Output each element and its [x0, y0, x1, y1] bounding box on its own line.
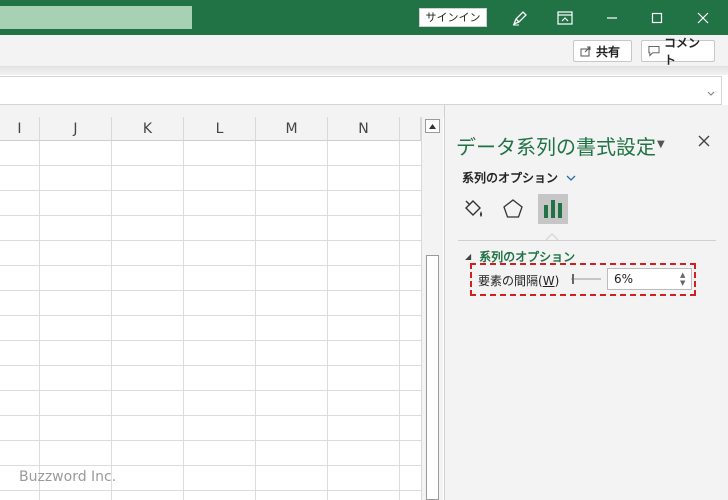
ribbon-display-icon[interactable]	[554, 7, 576, 28]
fill-line-tab[interactable]	[459, 194, 489, 224]
collapse-triangle-icon: ◢	[465, 252, 472, 261]
gap-width-value: 6%	[614, 272, 634, 286]
paint-bucket-icon	[465, 200, 482, 217]
pane-divider	[458, 240, 716, 241]
close-window-icon[interactable]	[692, 7, 714, 28]
gap-width-slider[interactable]	[569, 272, 603, 286]
scroll-up-button[interactable]	[425, 119, 440, 133]
column-header-partial[interactable]	[400, 117, 421, 141]
column-header-i[interactable]: I	[0, 117, 40, 141]
pane-title: データ系列の書式設定	[456, 135, 656, 159]
series-options-tab[interactable]	[538, 194, 568, 224]
series-options-dropdown-label: 系列のオプション	[462, 171, 559, 185]
close-icon[interactable]	[697, 133, 711, 147]
column-header-l[interactable]: L	[184, 117, 256, 141]
comment-button[interactable]: コメント	[641, 36, 715, 67]
expand-formula-bar-icon[interactable]	[705, 84, 717, 96]
series-options-dropdown[interactable]: 系列のオプション	[462, 169, 576, 186]
spin-down-icon[interactable]: ▼	[680, 279, 688, 287]
share-icon	[580, 46, 591, 57]
ribbon-shadow	[0, 67, 728, 75]
column-header-m[interactable]: M	[256, 117, 328, 141]
pane-menu-icon[interactable]: ▼	[657, 139, 665, 150]
comment-icon	[648, 45, 660, 57]
cell-grid[interactable]	[0, 141, 421, 500]
column-header-j[interactable]: J	[40, 117, 112, 141]
column-header-n[interactable]: N	[328, 117, 400, 141]
title-bar: サインイン	[0, 0, 728, 35]
watermark: Buzzword Inc.	[19, 469, 117, 485]
column-header-k[interactable]: K	[112, 117, 184, 141]
gap-width-spinner[interactable]: 6% ▲ ▼	[607, 268, 692, 290]
pen-icon[interactable]	[509, 7, 531, 28]
comment-label: コメント	[663, 36, 700, 67]
formula-gap	[0, 105, 444, 117]
share-label: 共有	[596, 44, 621, 59]
triangle-up-icon	[429, 123, 436, 129]
signin-button[interactable]: サインイン	[419, 8, 487, 27]
pentagon-icon	[503, 199, 523, 218]
effects-tab[interactable]	[498, 194, 528, 224]
formula-bar[interactable]	[0, 76, 722, 105]
scroll-thumb[interactable]	[426, 255, 439, 500]
maximize-icon[interactable]	[646, 7, 668, 28]
format-data-series-pane: データ系列の書式設定 ▼ 系列のオプション ◢ 系列のオプション 要素の間隔(W…	[444, 105, 728, 500]
search-box[interactable]	[0, 6, 192, 29]
spin-up-icon[interactable]: ▲	[680, 271, 688, 279]
vertical-scrollbar[interactable]	[421, 117, 443, 500]
tab-pointer	[546, 233, 558, 240]
ribbon-bar: 共有 コメント	[0, 35, 728, 67]
share-button[interactable]: 共有	[573, 40, 632, 62]
series-options-icon	[544, 200, 562, 218]
chevron-down-icon	[566, 171, 576, 185]
minimize-icon[interactable]	[601, 7, 623, 28]
gap-width-label: 要素の間隔(W)	[478, 274, 560, 288]
